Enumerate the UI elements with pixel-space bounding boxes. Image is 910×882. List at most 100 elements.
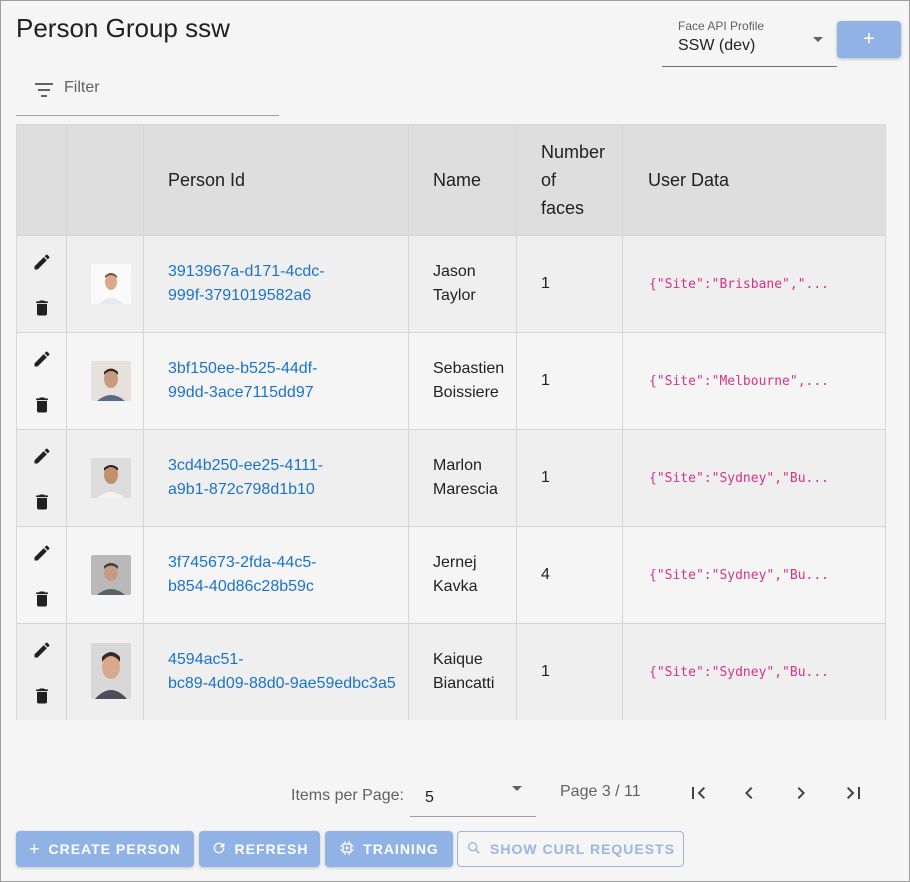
show-curl-requests-button[interactable]: SHOW CURL REQUESTS: [457, 831, 684, 867]
table-row: 4594ac51- bc89-4d09-88d0-9ae59edbc3a5 Ka…: [17, 623, 885, 720]
avatar: [91, 361, 131, 401]
faces-count: 1: [541, 275, 550, 292]
page-title: Person Group ssw: [16, 13, 230, 43]
person-name-line: Marlon: [433, 457, 482, 474]
person-id-link[interactable]: 3f745673-2fda-44c5- b854-40d86c28b59c: [168, 551, 408, 599]
profile-label: Face API Profile: [678, 19, 765, 33]
table-header: Person Id Name Number of faces User Data: [17, 125, 885, 235]
person-name: Jernej Kavka: [433, 551, 523, 599]
dropdown-arrow-icon: [512, 786, 522, 791]
profile-value: SSW (dev): [678, 37, 756, 54]
person-id-line: b854-40d86c28b59c: [168, 578, 314, 595]
table-row: 3913967a-d171-4cdc- 999f-3791019582a6 Ja…: [17, 235, 885, 332]
delete-icon[interactable]: [32, 686, 52, 711]
create-person-label: CREATE PERSON: [48, 841, 182, 857]
person-id-line: bc89-4d09-88d0-9ae59edbc3a5: [168, 675, 396, 692]
person-name-line: Jason: [433, 263, 476, 280]
row-divider: [17, 235, 885, 236]
person-id-link[interactable]: 3bf150ee-b525-44df- 99dd-3ace7115dd97: [168, 357, 408, 405]
person-id-line: 3bf150ee-b525-44df-: [168, 360, 318, 377]
avatar: [91, 264, 131, 304]
faces-count: 1: [541, 663, 550, 680]
plus-icon: +: [28, 838, 41, 859]
search-icon: [466, 840, 482, 859]
items-per-page-label: Items per Page:: [291, 787, 404, 804]
delete-icon[interactable]: [32, 492, 52, 517]
person-id-link[interactable]: 3913967a-d171-4cdc- 999f-3791019582a6: [168, 260, 408, 308]
header-number-of-faces: Number of faces: [541, 138, 605, 222]
edit-icon[interactable]: [32, 349, 52, 374]
person-name-line: Boissiere: [433, 384, 499, 401]
previous-page-icon[interactable]: [737, 781, 761, 805]
refresh-button[interactable]: REFRESH: [199, 831, 320, 867]
edit-icon[interactable]: [32, 640, 52, 665]
person-name-line: Kavka: [433, 578, 478, 595]
column-divider: [143, 125, 144, 720]
person-name-line: Sebastien: [433, 360, 505, 377]
header-user-data: User Data: [648, 170, 730, 190]
page-indicator: Page 3 / 11: [560, 783, 641, 800]
avatar: [91, 643, 131, 699]
refresh-icon: [211, 840, 227, 859]
edit-icon[interactable]: [32, 252, 52, 277]
delete-icon[interactable]: [32, 395, 52, 420]
person-name-line: Kaique: [433, 651, 483, 668]
column-divider: [408, 125, 409, 720]
chip-icon: [339, 840, 355, 859]
add-profile-button[interactable]: +: [837, 21, 901, 58]
row-divider: [17, 623, 885, 624]
person-name: Marlon Marescia: [433, 454, 523, 502]
header-name: Name: [433, 170, 482, 190]
person-name: Kaique Biancatti: [433, 648, 523, 696]
person-name-line: Marescia: [433, 481, 498, 498]
person-id-line: 3cd4b250-ee25-4111-: [168, 457, 324, 474]
avatar: [91, 555, 131, 595]
filter-input[interactable]: Filter: [16, 71, 279, 116]
last-page-icon[interactable]: [841, 781, 865, 805]
person-id-line: 3913967a-d171-4cdc-: [168, 263, 325, 280]
column-divider: [516, 125, 517, 720]
filter-label: Filter: [64, 79, 100, 96]
user-data: {"Site":"Sydney","Bu...: [649, 568, 830, 583]
table-row: 3cd4b250-ee25-4111- a9b1-872c798d1b10 Ma…: [17, 429, 885, 526]
face-api-profile-select[interactable]: Face API Profile SSW (dev): [662, 15, 837, 67]
first-page-icon[interactable]: [687, 781, 711, 805]
row-divider: [17, 429, 885, 430]
row-divider: [17, 332, 885, 333]
person-name-line: Taylor: [433, 287, 476, 304]
persons-table: Person Id Name Number of faces User Data: [16, 124, 886, 720]
faces-count: 4: [541, 566, 550, 583]
person-name: Sebastien Boissiere: [433, 357, 523, 405]
edit-icon[interactable]: [32, 543, 52, 568]
avatar: [91, 458, 131, 498]
edit-icon[interactable]: [32, 446, 52, 471]
create-person-button[interactable]: + CREATE PERSON: [16, 831, 194, 867]
next-page-icon[interactable]: [789, 781, 813, 805]
person-id-line: 3f745673-2fda-44c5-: [168, 554, 317, 571]
delete-icon[interactable]: [32, 298, 52, 323]
faces-count: 1: [541, 372, 550, 389]
person-name-line: Jernej: [433, 554, 477, 571]
table-row: 3bf150ee-b525-44df- 99dd-3ace7115dd97 Se…: [17, 332, 885, 429]
filter-icon: [34, 81, 54, 104]
person-name: Jason Taylor: [433, 260, 523, 308]
column-divider: [66, 125, 67, 720]
header-faces-line: of: [541, 170, 557, 190]
user-data: {"Site":"Sydney","Bu...: [649, 471, 830, 486]
person-id-link[interactable]: 4594ac51- bc89-4d09-88d0-9ae59edbc3a5: [168, 648, 408, 696]
show-curl-requests-label: SHOW CURL REQUESTS: [490, 841, 675, 857]
items-per-page-select[interactable]: 5: [410, 771, 536, 817]
plus-label: +: [863, 28, 875, 50]
header-faces-line: faces: [541, 198, 585, 218]
user-data: {"Site":"Sydney","Bu...: [649, 665, 830, 680]
person-id-link[interactable]: 3cd4b250-ee25-4111- a9b1-872c798d1b10: [168, 454, 408, 502]
user-data: {"Site":"Brisbane","...: [649, 277, 830, 292]
training-button[interactable]: TRAINING: [325, 831, 453, 867]
delete-icon[interactable]: [32, 589, 52, 614]
faces-count: 1: [541, 469, 550, 486]
person-name-line: Biancatti: [433, 675, 495, 692]
user-data: {"Site":"Melbourne",...: [649, 374, 830, 389]
header-faces-line: Number: [541, 142, 606, 162]
person-id-line: 4594ac51-: [168, 651, 244, 668]
refresh-label: REFRESH: [234, 841, 309, 857]
